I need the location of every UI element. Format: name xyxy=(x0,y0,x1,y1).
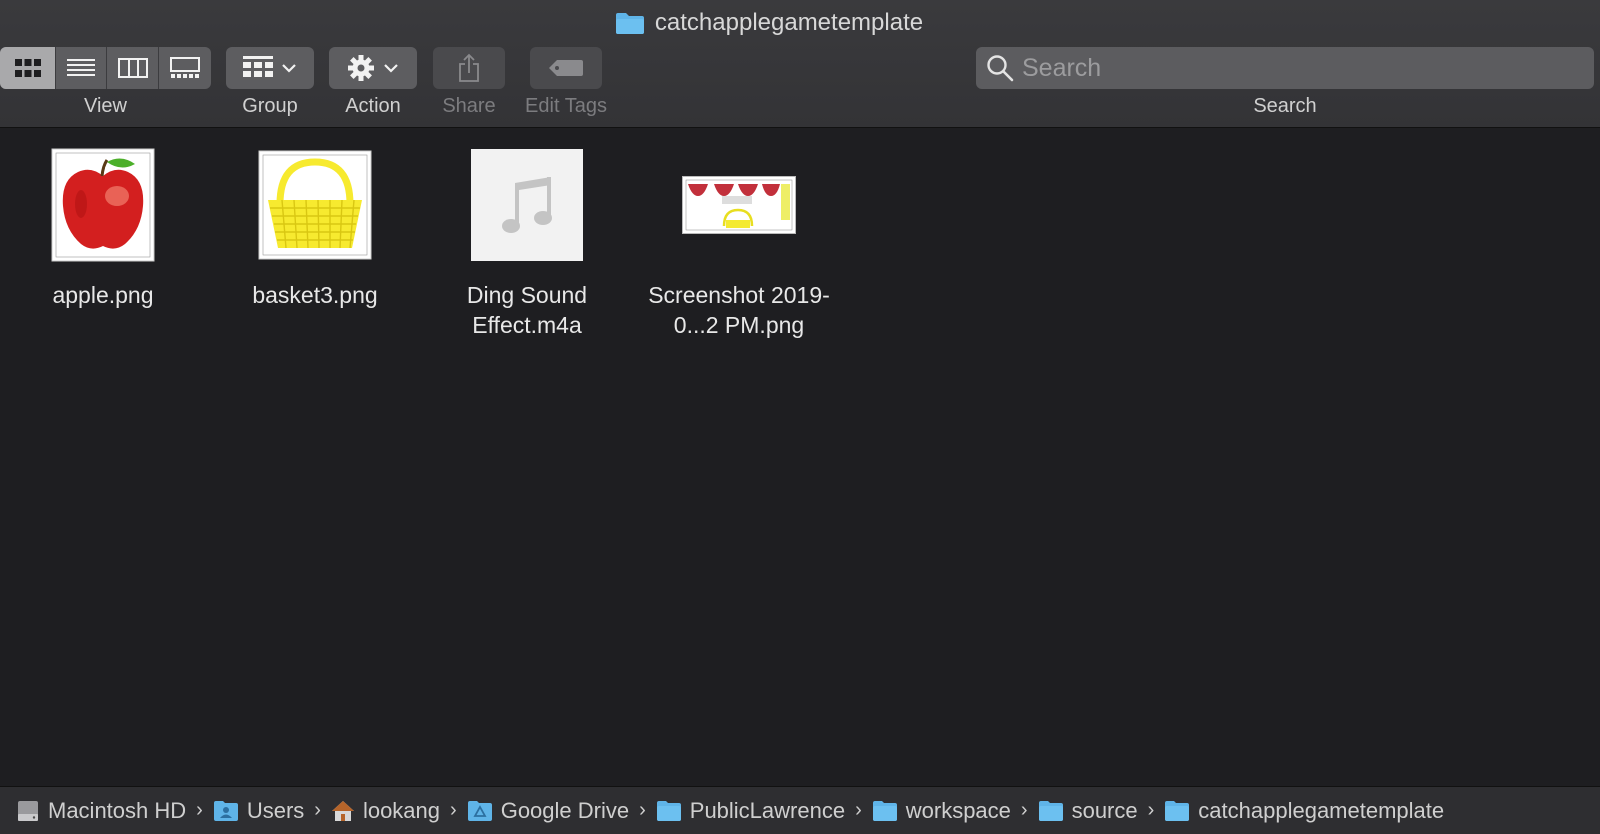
window-title: catchapplegametemplate xyxy=(0,8,1600,38)
file-name: apple.png xyxy=(52,282,154,308)
chevron-right-icon: › xyxy=(196,799,203,821)
path-bar: Macintosh HD › Users › lookang › Google … xyxy=(0,786,1600,834)
file-icon-grid: apple.png basket3.png Ding Sound Effect.… xyxy=(0,129,1600,786)
icon-view-button[interactable] xyxy=(0,47,56,89)
chevron-right-icon: › xyxy=(1020,799,1028,821)
gallery-view-button[interactable] xyxy=(159,47,211,89)
search-label: Search xyxy=(1253,95,1317,117)
share-button[interactable] xyxy=(433,47,505,89)
chevron-down-icon xyxy=(384,64,398,73)
path-item-label: Google Drive xyxy=(500,797,630,823)
share-icon xyxy=(459,53,479,82)
apple-thumbnail xyxy=(51,146,155,264)
file-item[interactable]: Screenshot 2019-0...2 PM.png xyxy=(636,146,842,340)
path-item-catchapplegametemplate[interactable]: catchapplegametemplate xyxy=(1164,798,1444,824)
path-item-label: source xyxy=(1071,797,1138,823)
action-button[interactable] xyxy=(329,47,417,89)
path-item-label: lookang xyxy=(362,797,441,823)
music-note-icon xyxy=(471,149,583,261)
path-item-label: catchapplegametemplate xyxy=(1198,797,1445,823)
group-grid-icon xyxy=(243,56,273,77)
search-input[interactable] xyxy=(1022,53,1582,83)
path-item-source[interactable]: source xyxy=(1038,798,1138,824)
list-icon xyxy=(67,59,95,76)
view-mode-control xyxy=(0,47,211,89)
file-name: Ding Sound Effect.m4a xyxy=(466,282,588,338)
users-folder-icon xyxy=(213,800,238,821)
audio-file-thumbnail xyxy=(471,146,583,264)
path-item-label: workspace xyxy=(905,797,1011,823)
view-label: View xyxy=(84,95,127,117)
folder-icon xyxy=(872,800,897,821)
folder-icon xyxy=(656,800,681,821)
tag-icon xyxy=(549,60,583,76)
path-item-label: Macintosh HD xyxy=(48,797,187,823)
path-item-google-drive[interactable]: Google Drive xyxy=(467,798,629,824)
file-item[interactable]: basket3.png xyxy=(212,146,418,310)
columns-icon xyxy=(117,58,148,78)
file-name: Screenshot 2019-0...2 PM.png xyxy=(648,282,830,338)
gear-icon xyxy=(348,55,374,81)
chevron-right-icon: › xyxy=(855,799,862,821)
search-field[interactable] xyxy=(976,47,1594,89)
share-label: Share xyxy=(442,95,496,117)
folder-icon xyxy=(615,11,645,35)
edit-tags-button[interactable] xyxy=(530,47,602,89)
file-item[interactable]: Ding Sound Effect.m4a xyxy=(424,146,630,340)
folder-icon xyxy=(1038,800,1063,821)
action-label: Action xyxy=(345,95,401,117)
edit-tags-label: Edit Tags xyxy=(525,95,607,117)
hard-drive-icon xyxy=(18,800,38,821)
chevron-right-icon: › xyxy=(314,799,321,821)
toolbar: catchapplegametemplate View Group Action… xyxy=(0,0,1600,128)
file-item[interactable]: apple.png xyxy=(0,146,206,310)
file-name: basket3.png xyxy=(252,282,378,308)
home-icon xyxy=(331,800,354,821)
column-view-button[interactable] xyxy=(107,47,159,89)
chevron-down-icon xyxy=(282,64,296,73)
path-item-macintosh-hd[interactable]: Macintosh HD xyxy=(16,798,186,824)
window-title-text: catchapplegametemplate xyxy=(654,9,924,36)
chevron-right-icon: › xyxy=(1147,799,1155,821)
google-drive-folder-icon xyxy=(467,800,492,821)
gallery-icon xyxy=(170,57,200,78)
group-button[interactable] xyxy=(226,47,314,89)
chevron-right-icon: › xyxy=(639,799,646,821)
list-view-button[interactable] xyxy=(56,47,107,89)
path-item-users[interactable]: Users xyxy=(213,798,304,824)
screenshot-thumbnail xyxy=(682,146,796,264)
basket-thumbnail xyxy=(258,146,372,264)
path-item-publiclawrence[interactable]: PublicLawrence xyxy=(656,798,845,824)
icon-grid-icon xyxy=(14,59,41,77)
path-item-lookang[interactable]: lookang xyxy=(331,798,440,824)
chevron-right-icon: › xyxy=(450,799,457,821)
path-item-label: Users xyxy=(246,797,305,823)
search-icon xyxy=(987,55,1014,82)
path-item-label: PublicLawrence xyxy=(689,797,846,823)
path-item-workspace[interactable]: workspace xyxy=(872,798,1011,824)
folder-icon xyxy=(1165,800,1190,821)
group-label: Group xyxy=(242,95,298,117)
